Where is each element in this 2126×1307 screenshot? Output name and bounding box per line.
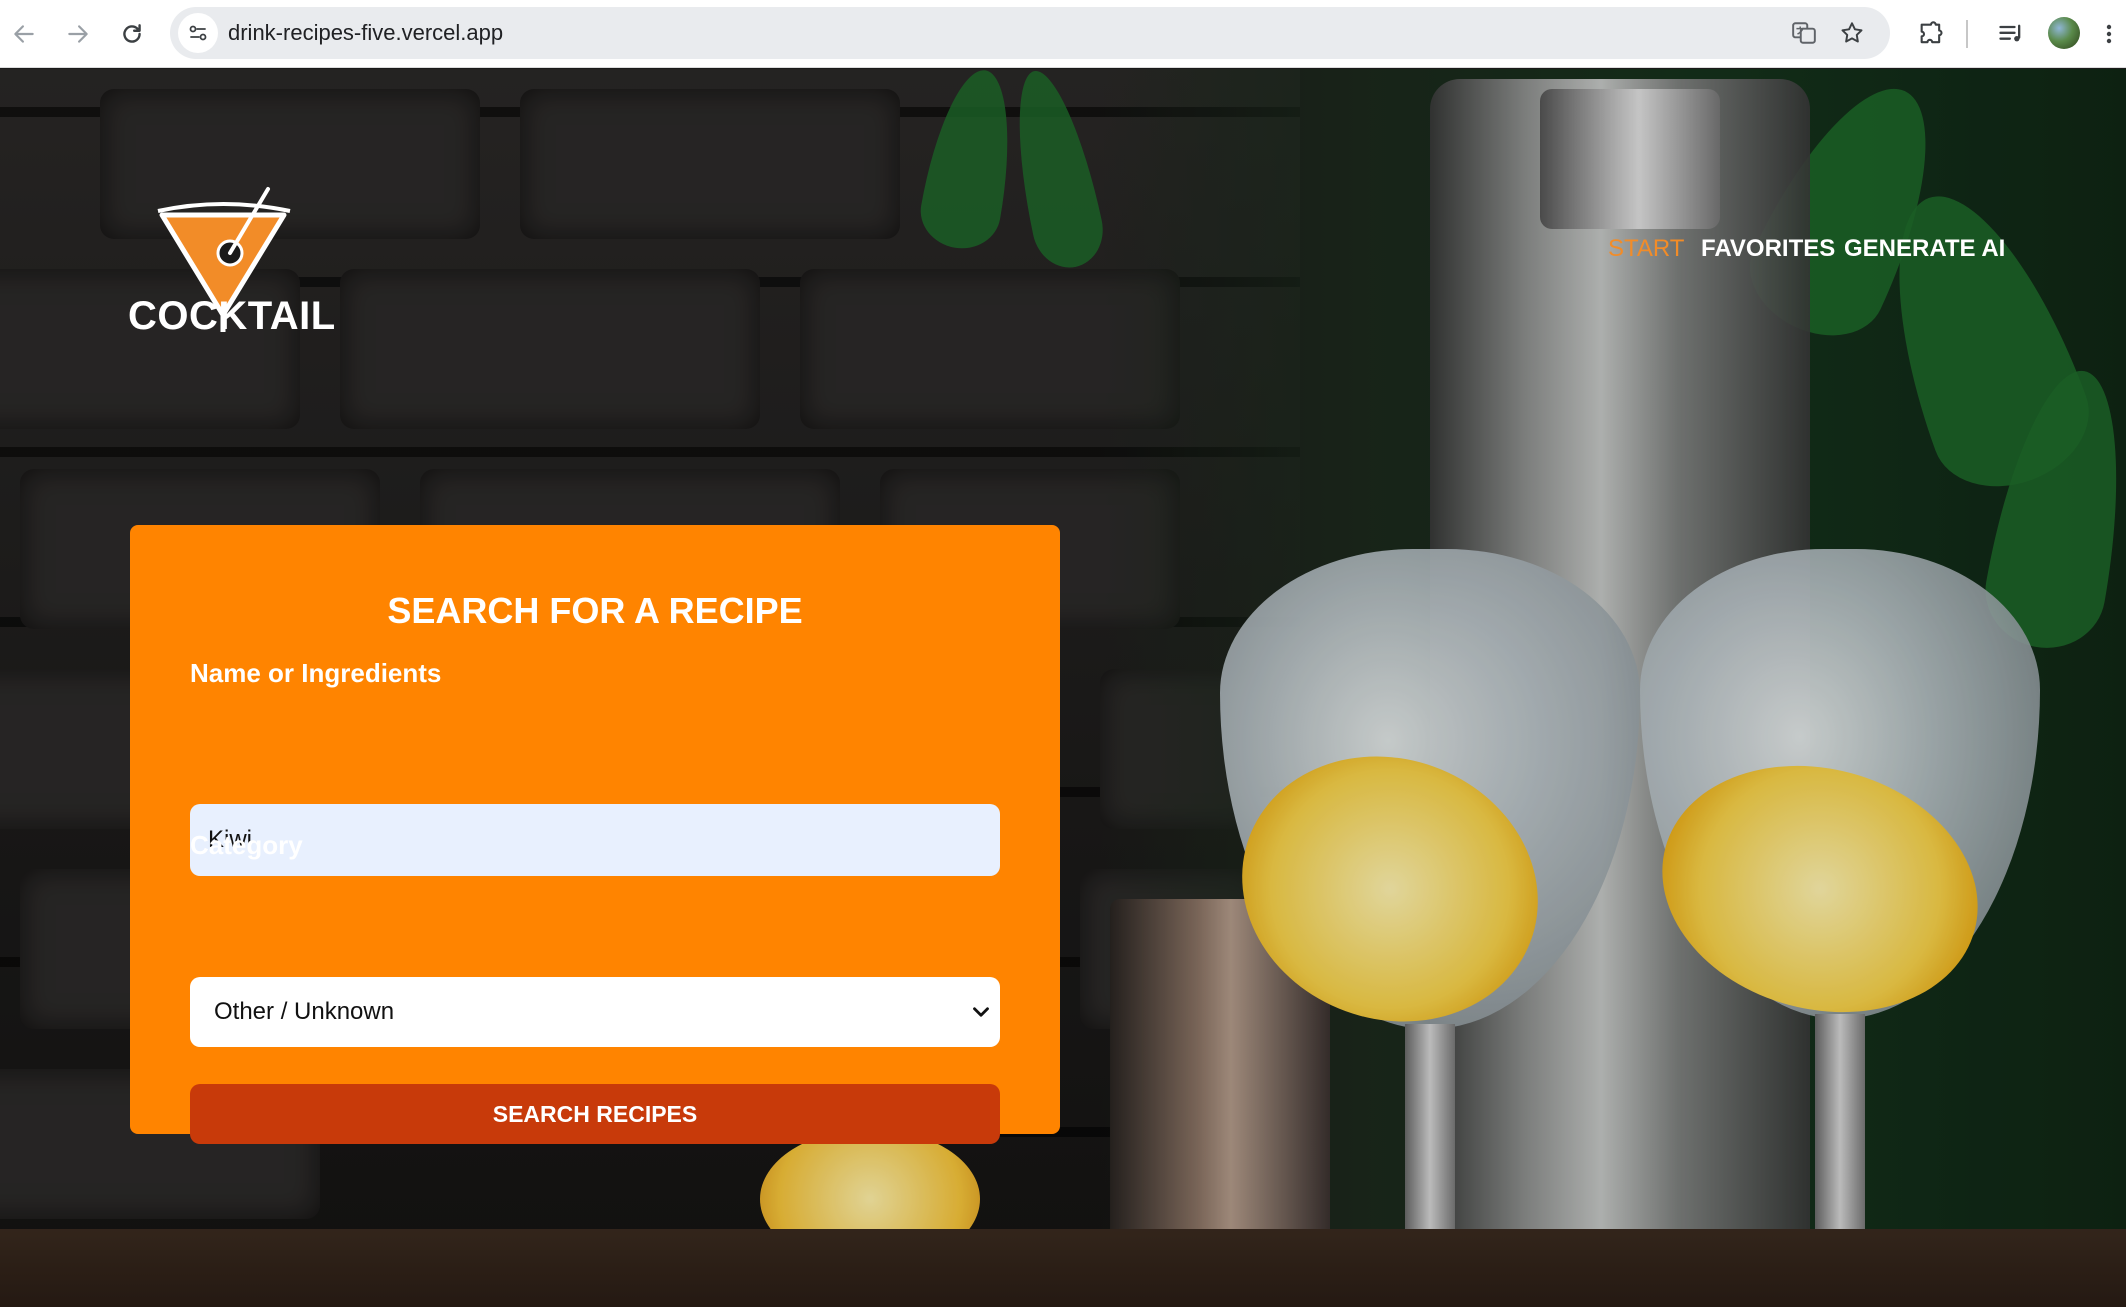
name-field-label: Name or Ingredients (190, 658, 442, 688)
search-card-title: SEARCH FOR A RECIPE (387, 590, 803, 631)
chevron-down-icon (973, 1007, 989, 1017)
toolbar-divider (1966, 20, 1968, 48)
category-selected-value: Other / Unknown (214, 998, 395, 1025)
profile-avatar[interactable] (2048, 17, 2080, 49)
forward-arrow-icon[interactable] (58, 14, 98, 54)
reload-icon[interactable] (112, 14, 152, 54)
logo-text[interactable]: COCKTAIL (128, 294, 336, 339)
url-text[interactable]: drink-recipes-five.vercel.app (228, 20, 503, 46)
back-arrow-icon[interactable] (4, 14, 44, 54)
address-bar[interactable]: drink-recipes-five.vercel.app (170, 7, 1890, 59)
translate-icon[interactable] (1790, 19, 1818, 47)
media-queue-icon[interactable] (1994, 17, 2028, 51)
site-info-icon[interactable] (178, 13, 218, 53)
nav-favorites[interactable]: FAVORITES (1701, 235, 1835, 263)
page-content: COCKTAIL START FAVORITES GENERATE AI SEA… (0, 69, 2126, 1307)
name-ingredients-input[interactable] (190, 804, 1000, 876)
browser-toolbar: drink-recipes-five.vercel.app (0, 0, 2126, 68)
category-field-label: Category (190, 830, 303, 860)
nav-generate-ai[interactable]: GENERATE AI (1844, 235, 2005, 263)
extensions-icon[interactable] (1914, 17, 1948, 51)
search-card: SEARCH FOR A RECIPE Name or Ingredients … (130, 525, 1060, 1144)
category-select[interactable]: Other / Unknown (190, 977, 1000, 1047)
bookmark-star-icon[interactable] (1838, 19, 1866, 47)
search-recipes-button[interactable]: SEARCH RECIPES (190, 1084, 1000, 1144)
nav-start[interactable]: START (1608, 235, 1684, 263)
more-menu-icon[interactable] (2096, 17, 2122, 51)
